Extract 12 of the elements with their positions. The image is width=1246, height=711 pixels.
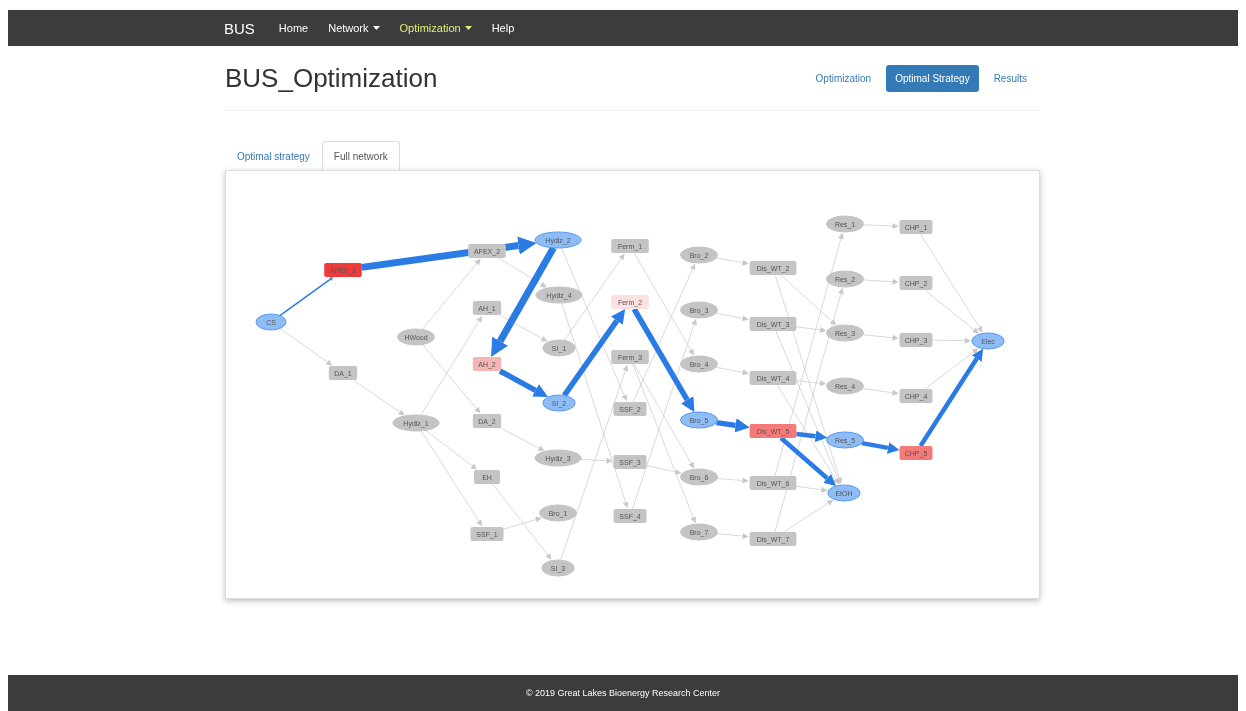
brand-link[interactable]: BUS bbox=[224, 19, 255, 37]
page-title: BUS_Optimization bbox=[225, 62, 438, 94]
nav-link[interactable]: Help bbox=[481, 22, 525, 34]
tab[interactable]: Optimal strategy bbox=[225, 141, 322, 170]
nav-link[interactable]: Network bbox=[318, 22, 390, 34]
nav-link[interactable]: Optimization bbox=[389, 22, 482, 34]
tab[interactable]: Full network bbox=[321, 141, 400, 170]
nav-link[interactable]: Home bbox=[268, 22, 319, 34]
nav-pill[interactable]: Optimal Strategy bbox=[886, 64, 979, 92]
nav-pill[interactable]: Results bbox=[984, 64, 1036, 92]
nav-pill[interactable]: Optimization bbox=[806, 64, 881, 92]
copyright-text: © 2019 Great Lakes Bioenergy Research Center bbox=[525, 688, 721, 698]
